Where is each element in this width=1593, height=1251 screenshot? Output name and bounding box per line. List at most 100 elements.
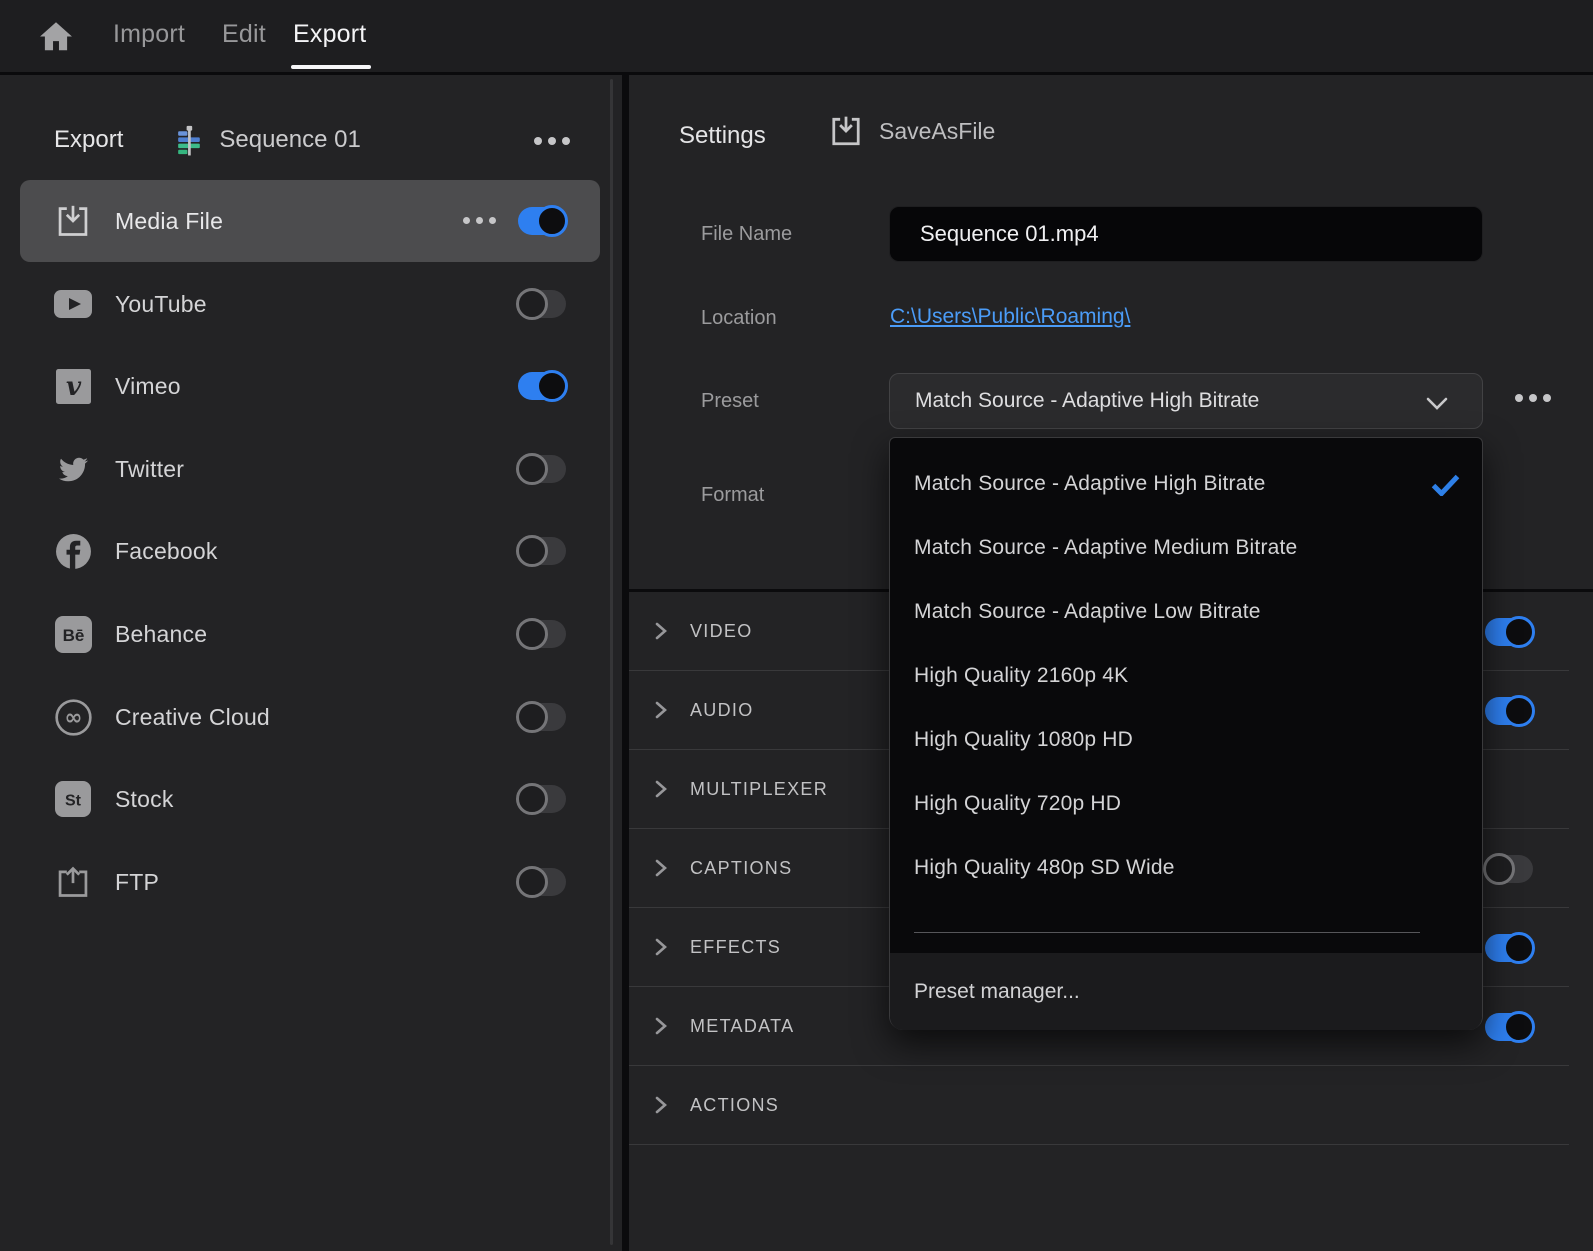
checkmark-icon [1431, 474, 1460, 496]
chevron-right-icon [655, 938, 667, 956]
sidebar-item-label: Facebook [115, 538, 218, 565]
sidebar-item-label: FTP [115, 869, 159, 896]
sidebar-item-twitter[interactable]: Twitter [20, 428, 600, 510]
save-as-file-button[interactable]: SaveAsFile [829, 115, 995, 147]
preset-dropdown[interactable]: Match Source - Adaptive High Bitrate [889, 373, 1483, 429]
metadata-toggle[interactable] [1485, 1013, 1533, 1041]
sidebar-item-label: Creative Cloud [115, 704, 270, 731]
sidebar-item-creative-cloud[interactable]: ∞ Creative Cloud [20, 676, 600, 758]
creative-cloud-icon: ∞ [53, 698, 93, 737]
media-file-more-options-button[interactable] [463, 217, 496, 224]
location-label: Location [701, 307, 777, 330]
section-label: METADATA [690, 1016, 794, 1037]
preset-option-label: High Quality 480p SD Wide [914, 856, 1175, 880]
sidebar-item-behance[interactable]: Bē Behance [20, 593, 600, 675]
premiere-export-window: Import Edit Export Export Sequence 01 [0, 0, 1593, 1251]
media-file-toggle[interactable] [518, 207, 566, 235]
svg-text:Bē: Bē [62, 626, 84, 645]
svg-text:v: v [65, 372, 81, 402]
preset-option-label: Match Source - Adaptive Low Bitrate [914, 600, 1261, 624]
home-button[interactable] [36, 18, 76, 54]
export-destinations-sidebar: Export Sequence 01 [0, 75, 622, 1251]
stock-toggle[interactable] [518, 785, 566, 813]
sidebar-item-media-file[interactable]: Media File [20, 180, 600, 262]
vimeo-icon: v [53, 369, 93, 404]
settings-title: Settings [679, 122, 766, 150]
captions-toggle[interactable] [1485, 855, 1533, 883]
preset-selected-value: Match Source - Adaptive High Bitrate [915, 389, 1259, 413]
sidebar-item-label: Media File [115, 208, 223, 235]
preset-option-label: Match Source - Adaptive Medium Bitrate [914, 536, 1297, 560]
file-name-label: File Name [701, 223, 792, 246]
youtube-toggle[interactable] [518, 290, 566, 318]
file-name-input[interactable] [889, 206, 1483, 262]
top-bar: Import Edit Export [0, 0, 1593, 72]
location-link[interactable]: C:\Users\Public\Roaming\ [890, 305, 1130, 329]
vimeo-toggle[interactable] [518, 372, 566, 400]
menu-divider [914, 932, 1420, 933]
sidebar-header: Export Sequence 01 [0, 111, 622, 169]
sidebar-item-ftp[interactable]: FTP [20, 841, 600, 923]
twitter-toggle[interactable] [518, 455, 566, 483]
ftp-upload-icon [53, 865, 93, 899]
sidebar-item-label: Stock [115, 786, 174, 813]
sidebar-scrollbar[interactable] [610, 79, 613, 1245]
sidebar-title: Export [54, 126, 123, 154]
sequence-name: Sequence 01 [219, 126, 360, 154]
media-file-download-icon [53, 204, 93, 238]
preset-manager-button[interactable]: Preset manager... [890, 953, 1482, 1030]
section-actions[interactable]: ACTIONS [629, 1066, 1569, 1145]
section-label: EFFECTS [690, 937, 781, 958]
preset-more-options-button[interactable] [1515, 394, 1551, 402]
preset-option-label: High Quality 1080p HD [914, 728, 1133, 752]
sidebar-item-vimeo[interactable]: v Vimeo [20, 345, 600, 427]
chevron-down-icon [1426, 397, 1448, 410]
tab-export[interactable]: Export [293, 20, 366, 49]
facebook-toggle[interactable] [518, 537, 566, 565]
format-label: Format [701, 484, 764, 507]
twitter-icon [53, 455, 93, 484]
preset-option[interactable]: Match Source - Adaptive Low Bitrate [890, 580, 1482, 644]
preset-option[interactable]: High Quality 1080p HD [890, 708, 1482, 772]
tab-import[interactable]: Import [113, 20, 185, 49]
preset-option[interactable]: High Quality 720p HD [890, 772, 1482, 836]
behance-toggle[interactable] [518, 620, 566, 648]
section-label: MULTIPLEXER [690, 779, 828, 800]
save-as-file-label: SaveAsFile [879, 118, 995, 145]
sidebar-item-youtube[interactable]: YouTube [20, 263, 600, 345]
preset-manager-label: Preset manager... [914, 980, 1080, 1004]
sidebar-item-stock[interactable]: St Stock [20, 758, 600, 840]
preset-option[interactable]: High Quality 480p SD Wide [890, 836, 1482, 900]
save-as-file-icon [829, 115, 863, 147]
preset-dropdown-menu: Match Source - Adaptive High Bitrate Mat… [889, 437, 1483, 1030]
effects-toggle[interactable] [1485, 934, 1533, 962]
video-toggle[interactable] [1485, 618, 1533, 646]
chevron-right-icon [655, 859, 667, 877]
preset-option-label: Match Source - Adaptive High Bitrate [914, 472, 1266, 496]
home-icon [38, 20, 74, 53]
sequence-more-options-button[interactable] [534, 137, 570, 145]
behance-icon: Bē [53, 616, 93, 653]
section-label: CAPTIONS [690, 858, 792, 879]
export-settings-panel: Settings SaveAsFile File Name Location C… [629, 75, 1593, 1251]
ftp-toggle[interactable] [518, 868, 566, 896]
preset-option-label: High Quality 720p HD [914, 792, 1121, 816]
section-label: VIDEO [690, 621, 753, 642]
stock-icon: St [53, 781, 93, 817]
preset-label: Preset [701, 390, 759, 413]
tab-edit[interactable]: Edit [222, 20, 266, 49]
active-tab-underline [291, 65, 371, 69]
sidebar-item-label: Twitter [115, 456, 184, 483]
audio-toggle[interactable] [1485, 697, 1533, 725]
preset-option[interactable]: Match Source - Adaptive Medium Bitrate [890, 516, 1482, 580]
creative-cloud-toggle[interactable] [518, 703, 566, 731]
chevron-right-icon [655, 1096, 667, 1114]
sidebar-item-facebook[interactable]: Facebook [20, 510, 600, 592]
preset-option[interactable]: Match Source - Adaptive High Bitrate [890, 452, 1482, 516]
chevron-right-icon [655, 780, 667, 798]
chevron-right-icon [655, 1017, 667, 1035]
section-label: AUDIO [690, 700, 754, 721]
preset-option[interactable]: High Quality 2160p 4K [890, 644, 1482, 708]
section-label: ACTIONS [690, 1095, 779, 1116]
chevron-right-icon [655, 701, 667, 719]
